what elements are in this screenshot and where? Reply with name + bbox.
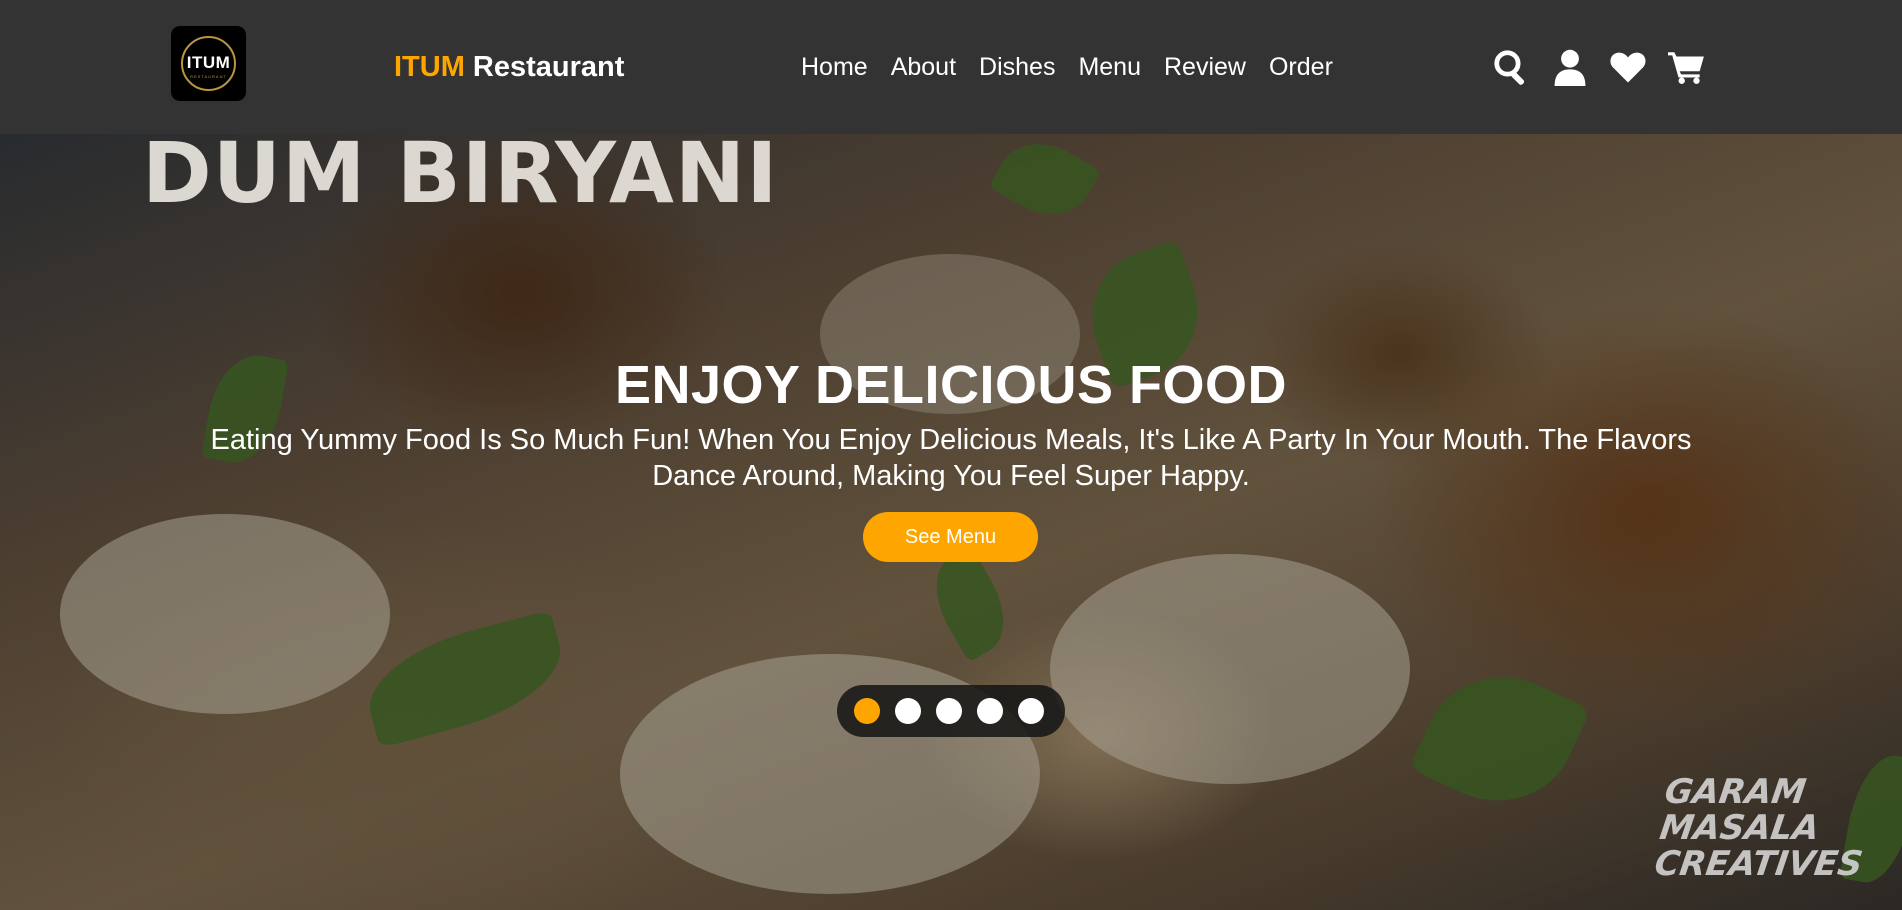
nav-link-home[interactable]: Home (801, 52, 868, 82)
slider-dot-4[interactable] (977, 698, 1003, 724)
logo[interactable]: ITUM RESTAURANT (171, 26, 246, 101)
hero-text: Eating Yummy Food Is So Much Fun! When Y… (210, 424, 1692, 492)
brand-name[interactable]: ITUM Restaurant (394, 50, 624, 84)
nav-links: Home About Dishes Menu Review Order (801, 52, 1356, 82)
watermark: GARAM MASALA CREATIVES (1652, 772, 1866, 884)
dish-caption: DUM BIRYANI (142, 134, 779, 222)
nav-link-menu[interactable]: Menu (1078, 52, 1141, 82)
slider-dot-5[interactable] (1018, 698, 1044, 724)
see-menu-button[interactable]: See Menu (863, 512, 1038, 562)
search-icon[interactable] (1492, 48, 1530, 86)
nav-link-order[interactable]: Order (1269, 52, 1333, 82)
nav-link-about[interactable]: About (891, 52, 956, 82)
slider-dot-1[interactable] (854, 698, 880, 724)
brand-rest: Restaurant (464, 51, 625, 83)
slider-dots (837, 685, 1065, 737)
nav-link-review[interactable]: Review (1164, 52, 1246, 82)
brand-accent: ITUM (394, 51, 465, 83)
nav-link-dishes[interactable]: Dishes (979, 52, 1055, 82)
cart-icon[interactable] (1668, 48, 1706, 86)
hero-banner: DUM BIRYANI GARAM MASALA CREATIVES ENJOY… (0, 134, 1902, 910)
slider-dot-3[interactable] (936, 698, 962, 724)
hero-title: ENJOY DELICIOUS FOOD (614, 355, 1288, 415)
logo-text: ITUM (186, 53, 231, 72)
user-icon[interactable] (1551, 48, 1589, 86)
logo-subtext: RESTAURANT (190, 74, 227, 79)
navbar: ITUM RESTAURANT ITUM Restaurant Home Abo… (0, 0, 1902, 134)
heart-icon[interactable] (1609, 48, 1647, 86)
slider-dot-2[interactable] (895, 698, 921, 724)
